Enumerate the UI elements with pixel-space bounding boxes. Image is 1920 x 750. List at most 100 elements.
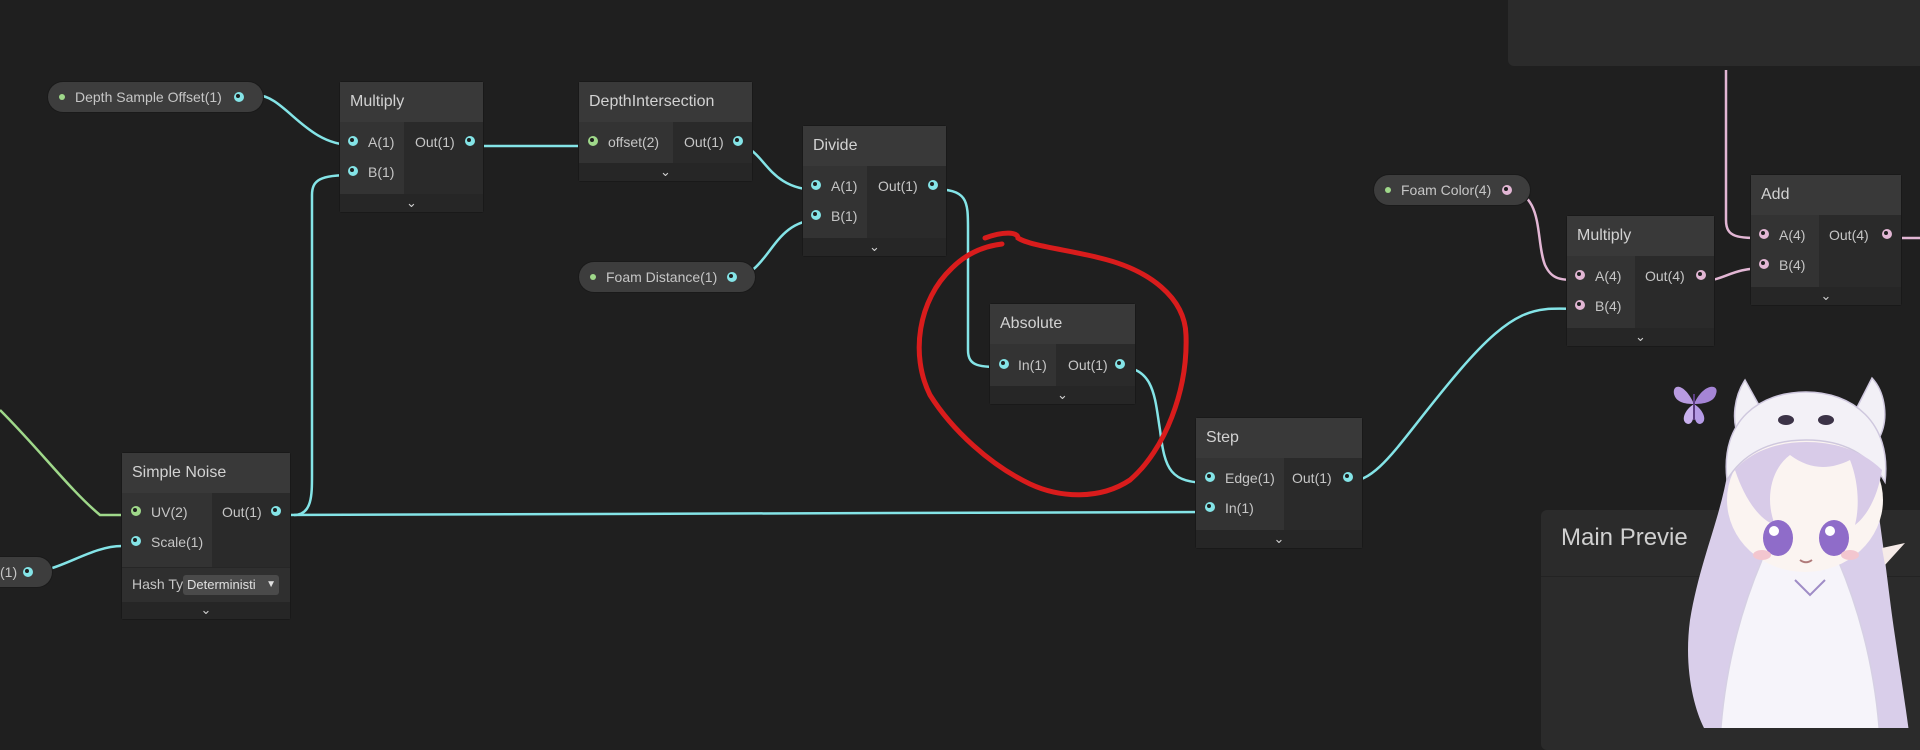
port-connector-icon[interactable] [1759,259,1769,269]
left-partial-property[interactable]: (1) [0,557,52,587]
port-connector-icon[interactable] [1205,502,1215,512]
property-label: Depth Sample Offset(1) [75,89,222,105]
port-label: A(1) [831,178,858,194]
input-port-b[interactable]: B(1) [803,202,867,230]
port-connector-icon[interactable] [1882,229,1892,239]
port-label: Out(4) [1645,268,1685,284]
input-port-edge[interactable]: Edge(1) [1196,464,1284,492]
output-port[interactable]: Out(1) [867,172,946,200]
node-body: UV(2) Scale(1) Out(1) Hash Ty Determinis… [122,493,290,602]
node-title[interactable]: Simple Noise [122,453,290,493]
node-title[interactable]: Divide [803,126,946,166]
port-connector-icon[interactable] [348,136,358,146]
port-connector-icon[interactable] [131,536,141,546]
node-title[interactable]: DepthIntersection [579,82,752,122]
chevron-down-icon[interactable]: ⌄ [990,386,1135,404]
port-label: B(4) [1595,298,1622,314]
output-port[interactable]: Out(1) [673,128,752,156]
node-title[interactable]: Multiply [1567,216,1714,256]
depth-intersection-node[interactable]: DepthIntersection offset(2) Out(1) ⌄ [579,82,752,181]
port-connector-icon[interactable] [1759,229,1769,239]
node-title[interactable]: Step [1196,418,1362,458]
foam-color-property[interactable]: Foam Color(4) [1374,175,1530,205]
multiply-node-1[interactable]: Multiply A(1) B(1) Out(1) ⌄ [340,82,483,212]
input-port-in[interactable]: In(1) [990,351,1056,379]
port-label: UV(2) [151,504,188,520]
chevron-down-icon[interactable]: ⌄ [340,194,483,212]
output-port-icon[interactable] [234,92,244,102]
absolute-node[interactable]: Absolute In(1) Out(1) ⌄ [990,304,1135,404]
port-label: Scale(1) [151,534,204,550]
chevron-down-icon[interactable]: ⌄ [803,238,946,256]
property-indicator-icon [1385,187,1391,193]
output-port-icon[interactable] [727,272,737,282]
main-preview-divider [1541,576,1920,577]
caret-down-icon: ▼ [266,579,276,590]
port-connector-icon[interactable] [1696,270,1706,280]
port-connector-icon[interactable] [271,506,281,516]
port-connector-icon[interactable] [928,180,938,190]
port-connector-icon[interactable] [1115,359,1125,369]
node-body: A(4) B(4) Out(4) [1751,215,1901,287]
chevron-down-icon[interactable]: ⌄ [1567,328,1714,346]
output-port[interactable]: Out(1) [1284,464,1362,492]
output-port[interactable]: Out(4) [1635,262,1714,290]
node-title[interactable]: Add [1751,175,1901,215]
node-title[interactable]: Multiply [340,82,483,122]
input-port-in[interactable]: In(1) [1196,494,1284,522]
multiply-node-2[interactable]: Multiply A(4) B(4) Out(4) ⌄ [1567,216,1714,346]
add-node[interactable]: Add A(4) B(4) Out(4) ⌄ [1751,175,1901,305]
input-port-a[interactable]: A(4) [1567,262,1635,290]
simple-noise-node[interactable]: Simple Noise UV(2) Scale(1) Out(1) Hash … [122,453,290,619]
chevron-down-icon[interactable]: ⌄ [1751,287,1901,305]
node-title[interactable]: Absolute [990,304,1135,344]
input-port-scale[interactable]: Scale(1) [122,528,212,556]
main-preview-panel[interactable]: Main Previe [1541,510,1920,750]
port-connector-icon[interactable] [733,136,743,146]
port-label: A(1) [368,134,395,150]
chevron-down-icon[interactable]: ⌄ [122,601,290,619]
port-connector-icon[interactable] [811,180,821,190]
port-connector-icon[interactable] [811,210,821,220]
input-port-offset[interactable]: offset(2) [579,128,673,156]
port-connector-icon[interactable] [588,136,598,146]
hash-type-dropdown[interactable]: Deterministi ▼ [183,575,279,595]
chevron-down-icon[interactable]: ⌄ [1196,530,1362,548]
port-connector-icon[interactable] [1343,472,1353,482]
port-label: offset(2) [608,134,660,150]
port-label: Out(1) [878,178,918,194]
port-label: B(1) [368,164,395,180]
input-port-a[interactable]: A(1) [803,172,867,200]
port-label: Edge(1) [1225,470,1275,486]
output-port[interactable]: Out(1) [212,498,290,526]
divide-node[interactable]: Divide A(1) B(1) Out(1) ⌄ [803,126,946,256]
port-connector-icon[interactable] [348,166,358,176]
input-port-b[interactable]: B(1) [340,158,404,186]
node-body: Edge(1) In(1) Out(1) [1196,458,1362,530]
chevron-down-icon[interactable]: ⌄ [579,163,752,181]
port-label: In(1) [1018,357,1047,373]
output-port[interactable]: Out(1) [1056,351,1135,379]
input-port-b[interactable]: B(4) [1751,251,1819,279]
port-connector-icon[interactable] [1575,270,1585,280]
wire-noise-to-step [275,510,1211,517]
port-connector-icon[interactable] [999,359,1009,369]
foam-distance-property[interactable]: Foam Distance(1) [579,262,755,292]
output-port[interactable]: Out(1) [404,128,483,156]
node-body: A(1) B(1) Out(1) [340,122,483,194]
depth-sample-offset-property[interactable]: Depth Sample Offset(1) [48,82,263,112]
port-connector-icon[interactable] [131,506,141,516]
port-label: Out(1) [222,504,262,520]
output-port-icon[interactable] [23,567,33,577]
port-connector-icon[interactable] [465,136,475,146]
output-port-icon[interactable] [1502,185,1512,195]
port-label: B(4) [1779,257,1806,273]
port-connector-icon[interactable] [1205,472,1215,482]
input-port-b[interactable]: B(4) [1567,292,1635,320]
step-node[interactable]: Step Edge(1) In(1) Out(1) ⌄ [1196,418,1362,548]
input-port-a[interactable]: A(1) [340,128,404,156]
input-port-a[interactable]: A(4) [1751,221,1819,249]
port-connector-icon[interactable] [1575,300,1585,310]
input-port-uv[interactable]: UV(2) [122,498,212,526]
output-port[interactable]: Out(4) [1819,221,1901,249]
